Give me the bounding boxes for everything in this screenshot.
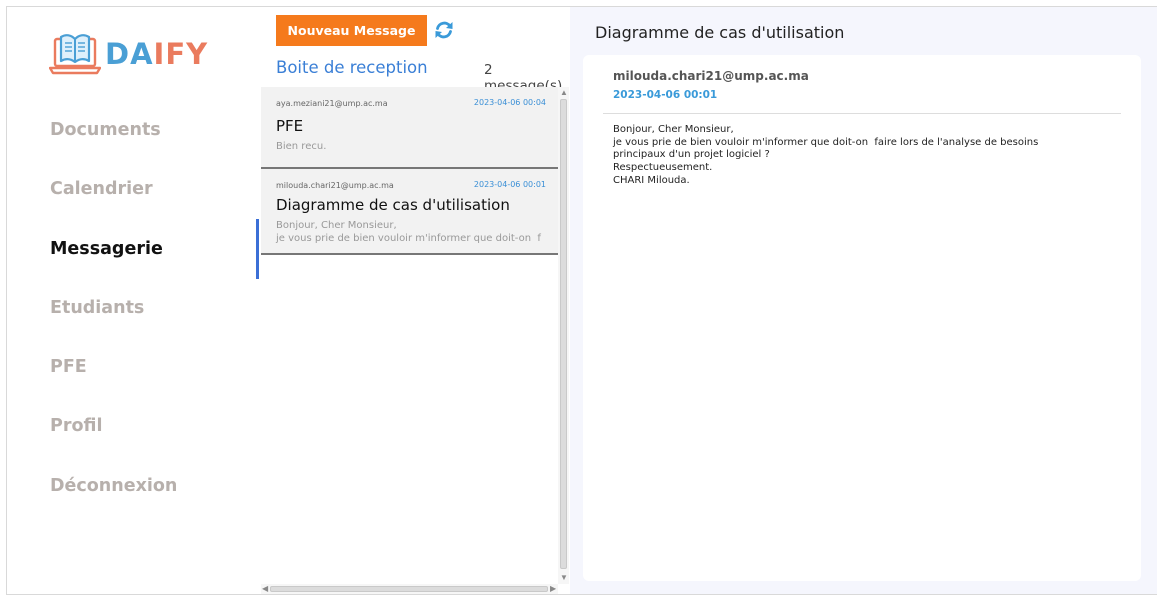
logo-text: DAIFY: [105, 37, 208, 71]
app-logo[interactable]: DAIFY: [49, 29, 208, 79]
sidebar-item-pfe[interactable]: PFE: [50, 353, 177, 412]
sidebar: DAIFY Documents Calendrier Messagerie Et…: [7, 7, 259, 594]
logo-text-part1: DA: [105, 37, 154, 71]
list-item[interactable]: milouda.chari21@ump.ac.ma 2023-04-06 00:…: [261, 169, 558, 255]
message-detail-pane: Diagramme de cas d'utilisation milouda.c…: [570, 7, 1157, 594]
sidebar-item-profil[interactable]: Profil: [50, 412, 177, 471]
detail-sender: milouda.chari21@ump.ac.ma: [613, 69, 809, 83]
vertical-scrollbar[interactable]: ▲ ▼: [558, 87, 569, 584]
sidebar-item-etudiants[interactable]: Etudiants: [50, 294, 177, 353]
message-subject: Diagramme de cas d'utilisation: [276, 196, 510, 214]
sidebar-item-messagerie[interactable]: Messagerie: [50, 235, 177, 294]
message-date: 2023-04-06 00:04: [473, 98, 546, 107]
message-preview: Bonjour, Cher Monsieur, je vous prie de …: [276, 220, 541, 244]
sidebar-nav: Documents Calendrier Messagerie Etudiant…: [50, 116, 177, 531]
horizontal-scroll-thumb[interactable]: [270, 586, 548, 592]
sidebar-item-deconnexion[interactable]: Déconnexion: [50, 472, 177, 531]
detail-title: Diagramme de cas d'utilisation: [595, 23, 845, 42]
inbox-title: Boite de reception: [276, 58, 428, 77]
new-message-button[interactable]: Nouveau Message: [276, 15, 427, 46]
detail-body: Bonjour, Cher Monsieur, je vous prie de …: [613, 124, 1039, 186]
scroll-right-icon[interactable]: ▶: [550, 584, 556, 594]
message-date: 2023-04-06 00:01: [473, 180, 546, 189]
scroll-up-icon[interactable]: ▲: [560, 89, 568, 97]
detail-date: 2023-04-06 00:01: [613, 89, 718, 101]
logo-text-part2: IFY: [153, 37, 209, 71]
laptop-book-icon: [49, 34, 101, 75]
message-preview: Bien recu.: [276, 141, 327, 152]
message-list-pane: Nouveau Message Boite de reception 2 mes…: [259, 7, 570, 594]
message-subject: PFE: [276, 117, 304, 135]
sidebar-item-calendrier[interactable]: Calendrier: [50, 175, 177, 234]
detail-divider: [603, 113, 1121, 114]
message-sender: milouda.chari21@ump.ac.ma: [276, 181, 394, 190]
horizontal-scrollbar[interactable]: ◀ ▶: [261, 584, 558, 594]
list-divider: [261, 253, 558, 255]
scroll-down-icon[interactable]: ▼: [560, 574, 568, 582]
message-detail-card: milouda.chari21@ump.ac.ma 2023-04-06 00:…: [583, 55, 1141, 581]
scroll-left-icon[interactable]: ◀: [262, 584, 268, 594]
message-sender: aya.meziani21@ump.ac.ma: [276, 99, 388, 108]
sidebar-item-documents[interactable]: Documents: [50, 116, 177, 175]
refresh-icon[interactable]: [433, 19, 455, 41]
list-item[interactable]: aya.meziani21@ump.ac.ma 2023-04-06 00:04…: [261, 87, 558, 169]
vertical-scroll-thumb[interactable]: [560, 99, 567, 569]
message-list: aya.meziani21@ump.ac.ma 2023-04-06 00:04…: [261, 87, 558, 583]
